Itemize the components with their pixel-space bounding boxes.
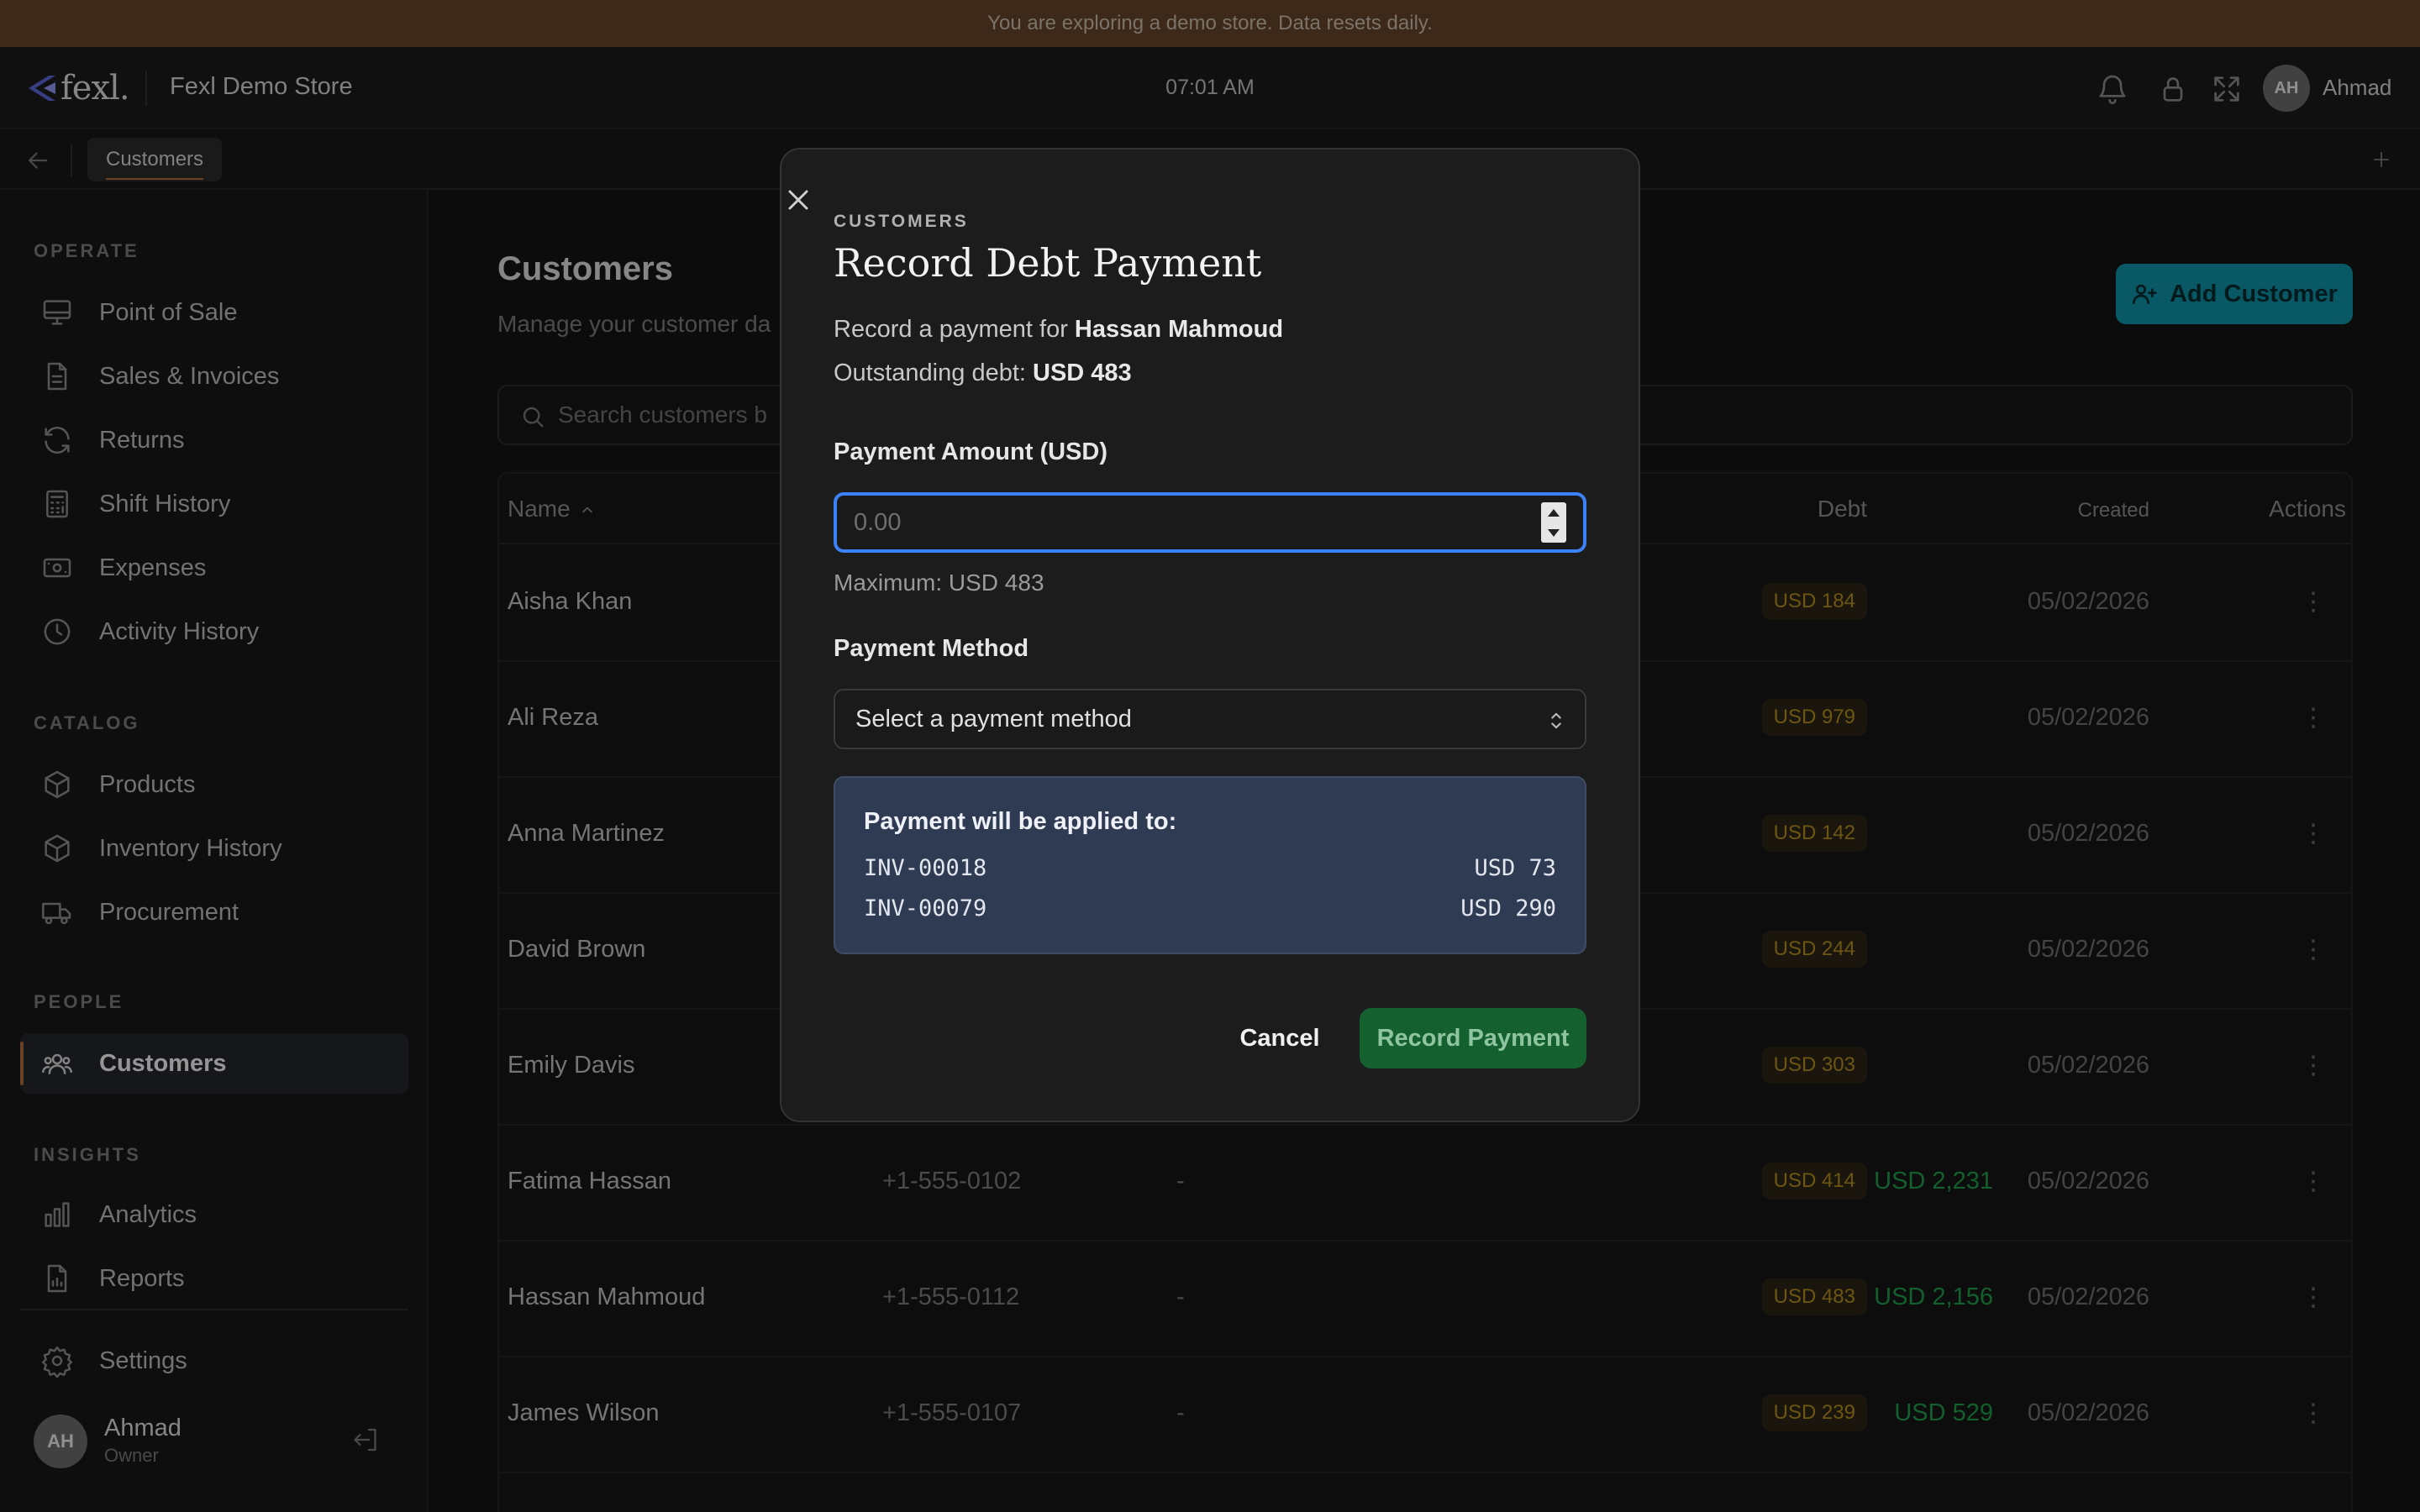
- allocation-invoice: INV-00079: [864, 895, 987, 921]
- allocation-title: Payment will be applied to:: [864, 808, 1177, 835]
- stepper-down-icon[interactable]: [1548, 528, 1560, 537]
- dialog-customer-line: Record a payment for Hassan Mahmoud: [834, 316, 1283, 344]
- close-icon[interactable]: [781, 183, 815, 217]
- chevron-up-down-icon: [1551, 712, 1561, 729]
- dialog-debt-prefix: Outstanding debt:: [834, 360, 1033, 386]
- dialog-title: Record Debt Payment: [834, 240, 1262, 286]
- maximum-amount-hint: Maximum: USD 483: [834, 570, 1044, 596]
- allocation-amount: USD 73: [1474, 855, 1556, 881]
- payment-method-label: Payment Method: [834, 635, 1029, 662]
- payment-allocation-box: Payment will be applied to: INV-00018 US…: [834, 776, 1586, 954]
- dialog-customer-prefix: Record a payment for: [834, 316, 1075, 343]
- amount-stepper[interactable]: [1541, 502, 1566, 543]
- dialog-debt-line: Outstanding debt: USD 483: [834, 360, 1132, 387]
- payment-amount-label: Payment Amount (USD): [834, 438, 1107, 465]
- dialog-outstanding-debt: USD 483: [1033, 360, 1132, 386]
- allocation-amount: USD 290: [1460, 895, 1556, 921]
- stepper-up-icon[interactable]: [1548, 508, 1560, 517]
- dialog-customer-name: Hassan Mahmoud: [1074, 316, 1284, 343]
- payment-amount-input[interactable]: [834, 492, 1586, 553]
- record-payment-button[interactable]: Record Payment: [1360, 1008, 1586, 1068]
- payment-method-select[interactable]: Select a payment method: [834, 689, 1586, 749]
- allocation-row: INV-00018 USD 73: [864, 855, 1556, 881]
- cancel-button[interactable]: Cancel: [1222, 1008, 1338, 1068]
- payment-method-value: Select a payment method: [855, 705, 1132, 732]
- allocation-row: INV-00079 USD 290: [864, 895, 1556, 921]
- allocation-invoice: INV-00018: [864, 855, 987, 881]
- dialog-eyebrow: CUSTOMERS: [834, 212, 969, 231]
